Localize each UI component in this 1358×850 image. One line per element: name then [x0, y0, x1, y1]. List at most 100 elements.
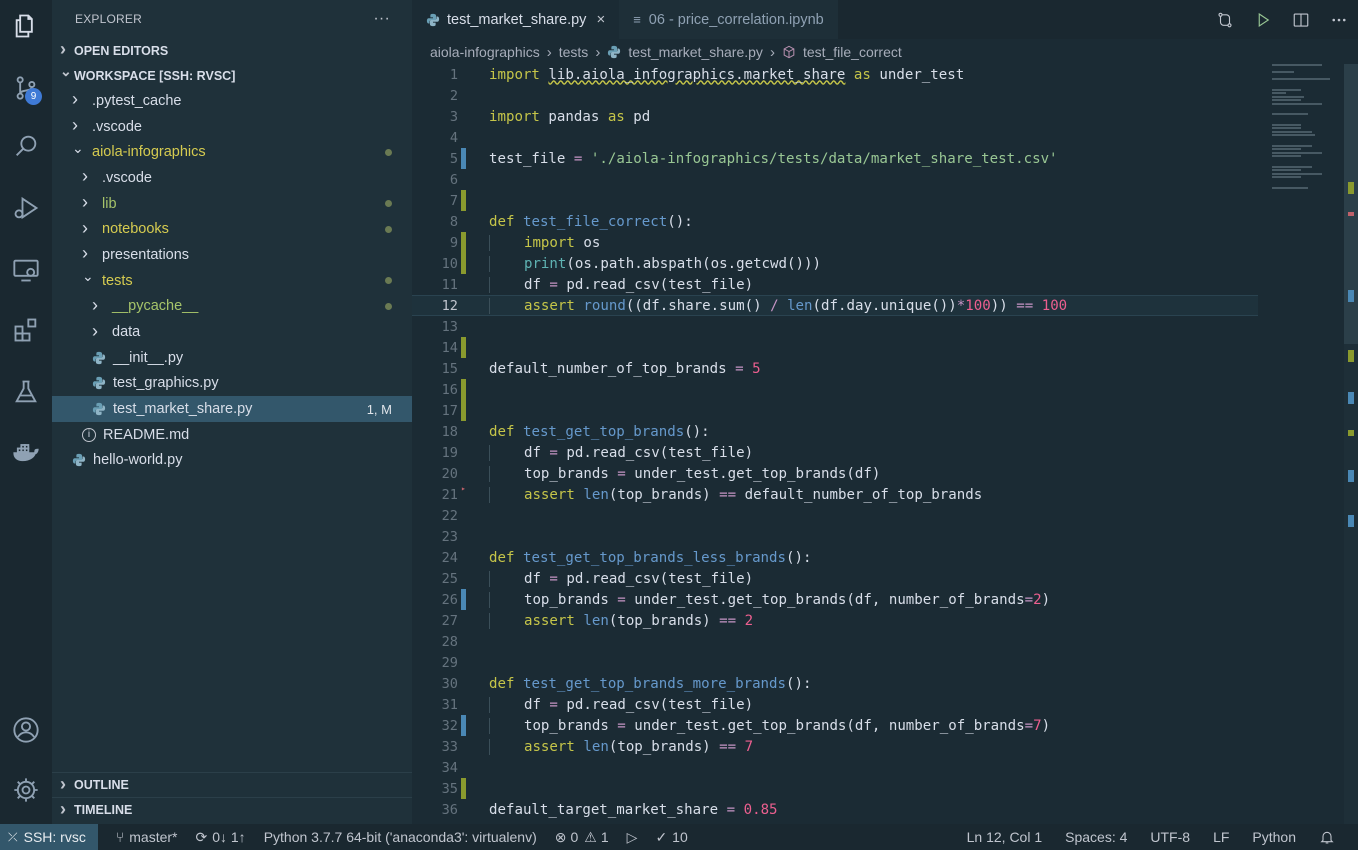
workspace-section[interactable]: WORKSPACE [SSH: RVSC] — [52, 63, 412, 88]
tab-price-correlation[interactable]: ≡ 06 - price_correlation.ipynb — [619, 0, 838, 39]
code-line: 30 def test_get_top_brands_more_brands(): — [412, 673, 1358, 694]
settings-gear-icon[interactable] — [0, 768, 52, 812]
notifications-bell-icon[interactable] — [1319, 829, 1335, 845]
line-number: 32 — [441, 717, 458, 734]
minimap-line — [1272, 95, 1305, 98]
minimap-line — [1272, 165, 1312, 168]
breadcrumb-item[interactable]: aiola-infographics — [430, 44, 540, 60]
indentation[interactable]: Spaces: 4 — [1065, 829, 1127, 845]
modified-dot-icon — [385, 148, 392, 156]
line-number: 14 — [441, 339, 458, 356]
added-gutter — [461, 379, 466, 400]
python-file-icon — [92, 351, 113, 365]
encoding[interactable]: UTF-8 — [1150, 829, 1190, 845]
remote-explorer-icon[interactable] — [0, 248, 52, 292]
run-tests-icon[interactable]: ▷ — [627, 829, 638, 846]
code-line: 25 df = pd.read_csv(test_file) — [412, 568, 1358, 589]
code-line: 13 — [412, 316, 1358, 337]
breadcrumb-item[interactable]: test_file_correct — [803, 44, 902, 60]
line-number: 5 — [449, 150, 458, 167]
line-number: 11 — [441, 276, 458, 293]
tree-folder[interactable]: __pycache__ — [52, 294, 412, 320]
line-number: 6 — [449, 171, 458, 188]
minimap-line — [1272, 172, 1323, 175]
python-file-icon — [608, 45, 621, 59]
tree-folder[interactable]: lib — [52, 191, 412, 217]
timeline-label: TIMELINE — [74, 803, 133, 817]
docker-icon[interactable] — [0, 430, 52, 474]
tree-file[interactable]: i README.md — [52, 422, 412, 448]
chevron-right-icon: › — [595, 43, 601, 61]
tree-file[interactable]: test_market_share.py 1, M — [52, 396, 412, 422]
python-interpreter[interactable]: Python 3.7.7 64-bit ('anaconda3': virtua… — [264, 829, 537, 845]
tree-folder[interactable]: presentations — [52, 242, 412, 268]
tree-file[interactable]: test_graphics.py — [52, 371, 412, 397]
tree-label: test_market_share.py — [113, 401, 253, 418]
tests-status[interactable]: ✓ 10 — [655, 829, 687, 846]
explorer-icon[interactable] — [0, 4, 52, 48]
tree-folder[interactable]: .pytest_cache — [52, 88, 412, 114]
tree-folder[interactable]: aiola-infographics — [52, 139, 412, 165]
close-tab-icon[interactable]: × — [596, 11, 605, 28]
breadcrumb-item[interactable]: tests — [559, 44, 589, 60]
end-of-line[interactable]: LF — [1213, 829, 1229, 845]
python-file-icon — [92, 376, 113, 390]
language-mode[interactable]: Python — [1252, 829, 1296, 845]
tree-label: tests — [102, 272, 133, 289]
overview-marker — [1348, 392, 1354, 404]
tree-folder[interactable]: data — [52, 319, 412, 345]
problems-indicator[interactable]: ⊗ 0 ⚠ 1 — [555, 829, 609, 846]
run-debug-icon[interactable] — [0, 186, 52, 230]
chevron-down-icon — [72, 144, 86, 161]
code-line: 35 — [412, 778, 1358, 799]
line-number: 26 — [441, 591, 458, 608]
remote-indicator[interactable]: ⤫ SSH: rvsc — [0, 824, 98, 850]
added-gutter — [461, 190, 466, 211]
git-branch[interactable]: ⑂ master* — [116, 829, 178, 845]
code-line: 11 df = pd.read_csv(test_file) — [412, 274, 1358, 295]
extensions-icon[interactable] — [0, 308, 52, 352]
workspace-label: WORKSPACE [SSH: RVSC] — [74, 68, 236, 83]
open-changes-icon[interactable] — [1206, 11, 1244, 29]
tree-label: aiola-infographics — [92, 144, 206, 161]
cursor-position[interactable]: Ln 12, Col 1 — [967, 829, 1043, 845]
sync-status[interactable]: ⟳ 0↓ 1↑ — [195, 829, 245, 846]
code-line: 6 — [412, 169, 1358, 190]
tree-folder[interactable]: .vscode — [52, 165, 412, 191]
tab-test-market-share[interactable]: test_market_share.py × — [412, 0, 620, 39]
tree-file[interactable]: __init__.py — [52, 345, 412, 371]
modified-dot-icon — [385, 277, 392, 285]
code-line: 19 df = pd.read_csv(test_file) — [412, 442, 1358, 463]
line-number: 2 — [449, 87, 458, 104]
run-file-icon[interactable] — [1244, 11, 1282, 29]
editor-actions — [1206, 0, 1358, 39]
code-editor[interactable]: 1 import lib.aiola_infographics.market_sh… — [412, 64, 1358, 820]
account-icon[interactable] — [0, 708, 52, 752]
code-line: 31 df = pd.read_csv(test_file) — [412, 694, 1358, 715]
tree-file[interactable]: hello-world.py — [52, 448, 412, 474]
search-icon[interactable] — [0, 124, 52, 168]
more-editor-actions-icon[interactable] — [1320, 11, 1358, 29]
tree-folder[interactable]: tests — [52, 268, 412, 294]
code-line: 3 import pandas as pd — [412, 106, 1358, 127]
sync-label: 0↓ 1↑ — [212, 829, 246, 845]
tab-label: test_market_share.py — [447, 11, 587, 28]
open-editors-section[interactable]: OPEN EDITORS — [52, 38, 412, 63]
chevron-right-icon: › — [546, 43, 552, 61]
more-actions-icon[interactable]: ··· — [373, 10, 390, 28]
outline-section[interactable]: OUTLINE — [52, 772, 412, 797]
line-number: 34 — [441, 759, 458, 776]
scrollbar-thumb[interactable] — [1344, 64, 1358, 344]
testing-flask-icon[interactable] — [0, 370, 52, 414]
split-editor-icon[interactable] — [1282, 11, 1320, 29]
tree-folder[interactable]: .vscode — [52, 114, 412, 140]
source-control-icon[interactable] — [0, 66, 52, 110]
timeline-section[interactable]: TIMELINE — [52, 797, 412, 822]
modified-dot-icon — [385, 200, 392, 208]
code-line: 24 def test_get_top_brands_less_brands(): — [412, 547, 1358, 568]
tree-folder[interactable]: notebooks — [52, 216, 412, 242]
status-bar: ⤫ SSH: rvsc ⑂ master* ⟳ 0↓ 1↑ Python 3.7… — [0, 824, 1358, 850]
breadcrumb-item[interactable]: test_market_share.py — [628, 44, 763, 60]
line-number: 7 — [449, 192, 458, 209]
minimap[interactable] — [1272, 64, 1344, 189]
